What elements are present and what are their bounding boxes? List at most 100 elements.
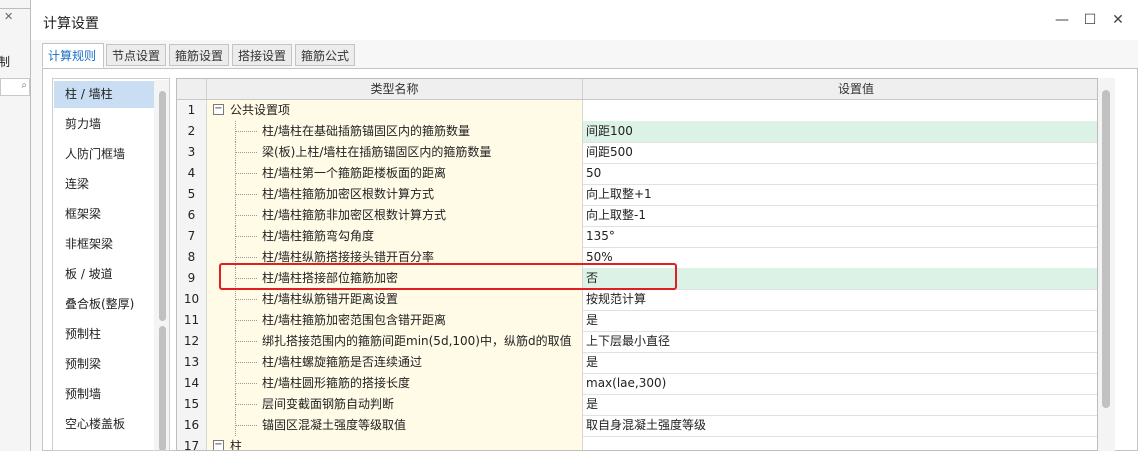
row-type-name: 柱/墙柱第一个箍筋距楼板面的距离	[207, 163, 583, 184]
nav-item-composite-slab[interactable]: 叠合板(整厚)	[54, 291, 157, 318]
scrollbar-thumb[interactable]	[159, 91, 166, 321]
table-row[interactable]: 13 柱/墙柱螺旋箍筋是否连续通过 是	[177, 352, 1097, 374]
row-label: 锚固区混凝土强度等级取值	[262, 418, 407, 432]
row-type-name: 绑扎搭接范围内的箍筋间距min(5d,100)中，纵筋d的取值	[207, 331, 583, 352]
row-type-name: − 公共设置项	[207, 100, 583, 121]
scrollbar-thumb[interactable]	[159, 326, 166, 450]
dialog-titlebar: 计算设置 — ☐ ✕	[31, 0, 1138, 40]
table-row[interactable]: 8 柱/墙柱纵筋搭接接头错开百分率 50%	[177, 247, 1097, 269]
row-setting-value[interactable]: 是	[583, 352, 1097, 373]
collapse-icon[interactable]: −	[213, 104, 224, 115]
nav-item-coupling-beam[interactable]: 连梁	[54, 171, 157, 198]
row-number: 9	[177, 268, 207, 289]
row-setting-value[interactable]: 上下层最小直径	[583, 331, 1097, 352]
table-row[interactable]: 3 梁(板)上柱/墙柱在插筋锚固区内的箍筋数量 间距500	[177, 142, 1097, 164]
table-row[interactable]: 5 柱/墙柱箍筋加密区根数计算方式 向上取整+1	[177, 184, 1097, 206]
close-icon[interactable]: ✕	[4, 10, 13, 23]
row-setting-value[interactable]: 按规范计算	[583, 289, 1097, 310]
table-row[interactable]: 11 柱/墙柱箍筋加密范围包含错开距离 是	[177, 310, 1097, 332]
tree-connector	[235, 236, 257, 237]
row-setting-value[interactable]: 间距100	[583, 121, 1097, 142]
row-setting-value[interactable]: 135°	[583, 226, 1097, 247]
row-type-name: 柱/墙柱箍筋加密区根数计算方式	[207, 184, 583, 205]
table-row[interactable]: 15 层间变截面钢筋自动判断 是	[177, 394, 1097, 416]
minimize-icon[interactable]: —	[1053, 11, 1071, 29]
row-setting-value[interactable]: 50%	[583, 247, 1097, 268]
row-type-name: 梁(板)上柱/墙柱在插筋锚固区内的箍筋数量	[207, 142, 583, 163]
tab-lap-settings[interactable]: 搭接设置	[232, 44, 292, 66]
group-row[interactable]: 1− 公共设置项	[177, 100, 1097, 122]
row-setting-value[interactable]: 向上取整+1	[583, 184, 1097, 205]
nav-item-hollow-floor-slab[interactable]: 空心楼盖板	[54, 411, 157, 438]
maximize-icon[interactable]: ☐	[1081, 11, 1099, 29]
tree-connector	[235, 215, 257, 216]
row-number: 16	[177, 415, 207, 436]
tree-connector	[235, 320, 257, 321]
grid-scrollbar[interactable]	[1098, 78, 1115, 451]
table-row[interactable]: 7 柱/墙柱箍筋弯勾角度 135°	[177, 226, 1097, 248]
row-number: 1	[177, 100, 207, 121]
row-label: 柱/墙柱搭接部位箍筋加密	[262, 271, 399, 285]
tab-calc-rules[interactable]: 计算规则	[42, 43, 104, 68]
group-row[interactable]: 17− 柱	[177, 436, 1097, 450]
row-number: 2	[177, 121, 207, 142]
nav-item-precast-beam[interactable]: 预制梁	[54, 351, 157, 378]
row-label: 柱/墙柱箍筋加密范围包含错开距离	[262, 313, 447, 327]
row-number: 12	[177, 331, 207, 352]
row-setting-value[interactable]: 是	[583, 394, 1097, 415]
row-setting-value[interactable]: 是	[583, 310, 1097, 331]
tab-node-settings[interactable]: 节点设置	[106, 44, 166, 66]
background-search-input[interactable]: ⌕	[0, 78, 30, 96]
header-type-name: 类型名称	[207, 79, 583, 99]
row-number: 13	[177, 352, 207, 373]
row-setting-value[interactable]	[583, 436, 1097, 450]
table-row[interactable]: 12 绑扎搭接范围内的箍筋间距min(5d,100)中，纵筋d的取值 上下层最小直径	[177, 331, 1097, 353]
row-setting-value[interactable]	[583, 100, 1097, 121]
nav-item-precast-column[interactable]: 预制柱	[54, 321, 157, 348]
tab-stirrup-formula[interactable]: 箍筋公式	[295, 44, 355, 66]
table-row[interactable]: 10 柱/墙柱纵筋错开距离设置 按规范计算	[177, 289, 1097, 311]
nav-item-civil-defense-door-frame[interactable]: 人防门框墙	[54, 141, 157, 168]
row-label: 柱/墙柱在基础插筋锚固区内的箍筋数量	[262, 124, 471, 138]
table-row[interactable]: 2 柱/墙柱在基础插筋锚固区内的箍筋数量 间距100	[177, 121, 1097, 143]
row-type-name: 层间变截面钢筋自动判断	[207, 394, 583, 415]
header-row-number	[177, 79, 207, 99]
row-type-name: 柱/墙柱圆形箍筋的搭接长度	[207, 373, 583, 394]
nav-item-shear-wall[interactable]: 剪力墙	[54, 111, 157, 138]
collapse-icon[interactable]: −	[213, 440, 224, 450]
row-setting-value[interactable]: max(lae,300)	[583, 373, 1097, 394]
row-number: 4	[177, 163, 207, 184]
nav-item-slab-ramp[interactable]: 板 / 坡道	[54, 261, 157, 288]
row-setting-value[interactable]: 否	[583, 268, 1097, 289]
row-label: 柱/墙柱纵筋搭接接头错开百分率	[262, 250, 435, 264]
tab-stirrup-settings[interactable]: 箍筋设置	[169, 44, 229, 66]
background-label: 制	[0, 55, 11, 69]
table-row[interactable]: 9 柱/墙柱搭接部位箍筋加密 否	[177, 268, 1097, 290]
row-number: 17	[177, 436, 207, 450]
table-row[interactable]: 16 锚固区混凝土强度等级取值 取自身混凝土强度等级	[177, 415, 1097, 437]
table-row[interactable]: 4 柱/墙柱第一个箍筋距楼板面的距离 50	[177, 163, 1097, 185]
header-setting-value: 设置值	[837, 82, 874, 96]
row-label: 层间变截面钢筋自动判断	[262, 397, 395, 411]
component-list-scrollbar[interactable]	[154, 80, 169, 450]
nav-item-column[interactable]: 柱 / 墙柱	[54, 81, 157, 108]
row-label: 梁(板)上柱/墙柱在插筋锚固区内的箍筋数量	[262, 145, 492, 159]
row-label: 柱/墙柱箍筋非加密区根数计算方式	[262, 208, 447, 222]
row-number: 15	[177, 394, 207, 415]
row-label: 柱/墙柱箍筋加密区根数计算方式	[262, 187, 435, 201]
nav-item-precast-wall[interactable]: 预制墙	[54, 381, 157, 408]
row-setting-value[interactable]: 向上取整-1	[583, 205, 1097, 226]
nav-item-frame-beam[interactable]: 框架梁	[54, 201, 157, 228]
table-row[interactable]: 6 柱/墙柱箍筋非加密区根数计算方式 向上取整-1	[177, 205, 1097, 227]
row-setting-value[interactable]: 间距500	[583, 142, 1097, 163]
row-setting-value[interactable]: 取自身混凝土强度等级	[583, 415, 1097, 436]
scrollbar-thumb[interactable]	[1102, 90, 1110, 408]
tree-connector	[235, 152, 257, 153]
nav-item-non-frame-beam[interactable]: 非框架梁	[54, 231, 157, 258]
grid-header: 类型名称 设置值	[177, 79, 1097, 100]
close-icon[interactable]: ✕	[1109, 11, 1127, 29]
table-row[interactable]: 14 柱/墙柱圆形箍筋的搭接长度 max(lae,300)	[177, 373, 1097, 395]
row-setting-value[interactable]: 50	[583, 163, 1097, 184]
tree-connector	[235, 173, 257, 174]
tree-connector	[235, 425, 257, 426]
